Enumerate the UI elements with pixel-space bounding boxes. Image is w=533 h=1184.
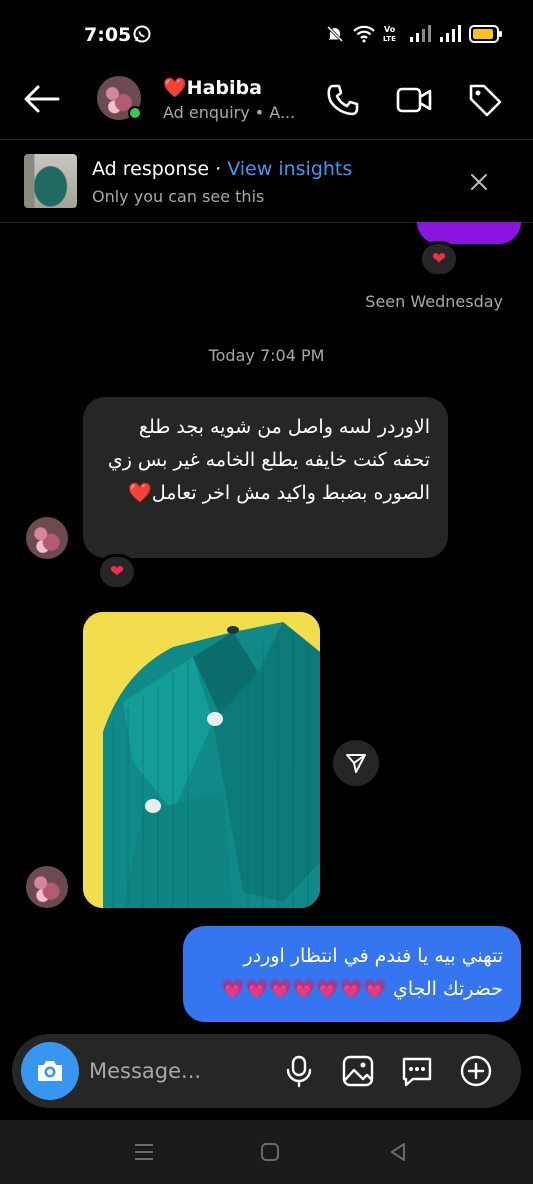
video-camera-icon[interactable] (396, 82, 432, 118)
heart-reaction[interactable]: ❤ (419, 241, 459, 277)
message-input[interactable] (89, 1056, 269, 1086)
wifi-icon (353, 25, 375, 43)
ad-response-banner: Ad response · View insights Only you can… (0, 139, 533, 223)
signal-2-icon (440, 25, 461, 42)
battery-icon (469, 25, 502, 43)
back-triangle-icon[interactable] (386, 1140, 410, 1164)
back-arrow-icon[interactable] (22, 84, 62, 114)
ad-response-subtitle: Only you can see this (92, 187, 265, 206)
online-status-dot (128, 106, 142, 120)
sender-avatar[interactable] (26, 517, 68, 559)
heart-reaction-emoji: ❤ (109, 562, 125, 582)
contact-subtitle: Ad enquiry • A... (163, 103, 296, 122)
camera-icon (38, 1061, 62, 1081)
system-nav-bar (0, 1120, 533, 1184)
plus-circle-icon[interactable] (459, 1054, 493, 1088)
chat-header: ❤️Habiba Ad enquiry • A... (0, 70, 533, 136)
mute-bell-icon (326, 25, 344, 43)
view-insights-link[interactable]: View insights (227, 158, 352, 180)
incoming-message-text: الاوردر لسه واصل من شويه بجد طلع تحفه كن… (107, 416, 430, 504)
tag-icon[interactable] (467, 82, 503, 118)
gallery-icon[interactable] (341, 1054, 375, 1088)
shared-photo[interactable] (83, 612, 320, 908)
incoming-message[interactable]: الاوردر لسه واصل من شويه بجد طلع تحفه كن… (83, 397, 448, 558)
status-icons: Vo LTE (325, 24, 503, 44)
svg-text:Vo: Vo (384, 25, 396, 34)
recent-apps-icon[interactable] (132, 1140, 156, 1164)
message-composer (12, 1034, 521, 1108)
contact-name[interactable]: ❤️Habiba (163, 76, 262, 99)
status-bar: 7:05 Vo LTE (0, 0, 533, 70)
ad-thumbnail[interactable] (24, 154, 77, 208)
share-button[interactable] (333, 740, 379, 786)
pink-hearts-emoji: 💗💗💗💗💗💗💗 (221, 978, 387, 1000)
close-icon[interactable] (470, 173, 488, 191)
contact-name-label: Habiba (186, 77, 262, 99)
sender-avatar[interactable] (26, 866, 68, 908)
status-time: 7:05 (84, 24, 132, 46)
ad-title-separator: · (209, 158, 228, 180)
phone-icon[interactable] (325, 82, 361, 118)
camera-button[interactable] (21, 1042, 79, 1100)
microphone-icon[interactable] (282, 1054, 316, 1088)
ad-response-title: Ad response · View insights (92, 158, 352, 180)
signal-1-icon (410, 25, 431, 42)
seen-indicator: Seen Wednesday (365, 292, 503, 311)
outgoing-message-text: تتهني بيه يا فندم في انتظار اوردر حضرتك … (193, 940, 503, 1006)
svg-text:LTE: LTE (383, 35, 396, 43)
volte-icon: Vo LTE (383, 25, 396, 43)
ad-title-label: Ad response (92, 158, 210, 180)
sticker-icon[interactable] (400, 1054, 434, 1088)
whatsapp-icon (133, 25, 151, 43)
teal-shirt-photo (83, 612, 320, 908)
outgoing-message[interactable]: تتهني بيه يا فندم في انتظار اوردر حضرتك … (183, 926, 521, 1022)
home-icon[interactable] (258, 1140, 282, 1164)
red-heart-emoji: ❤️ (163, 77, 187, 99)
message-timestamp: Today 7:04 PM (208, 346, 325, 365)
heart-reaction[interactable]: ❤ (97, 554, 137, 590)
heart-reaction-emoji: ❤ (431, 249, 447, 269)
send-paper-plane-icon (346, 754, 366, 773)
contact-avatar[interactable] (97, 76, 142, 120)
